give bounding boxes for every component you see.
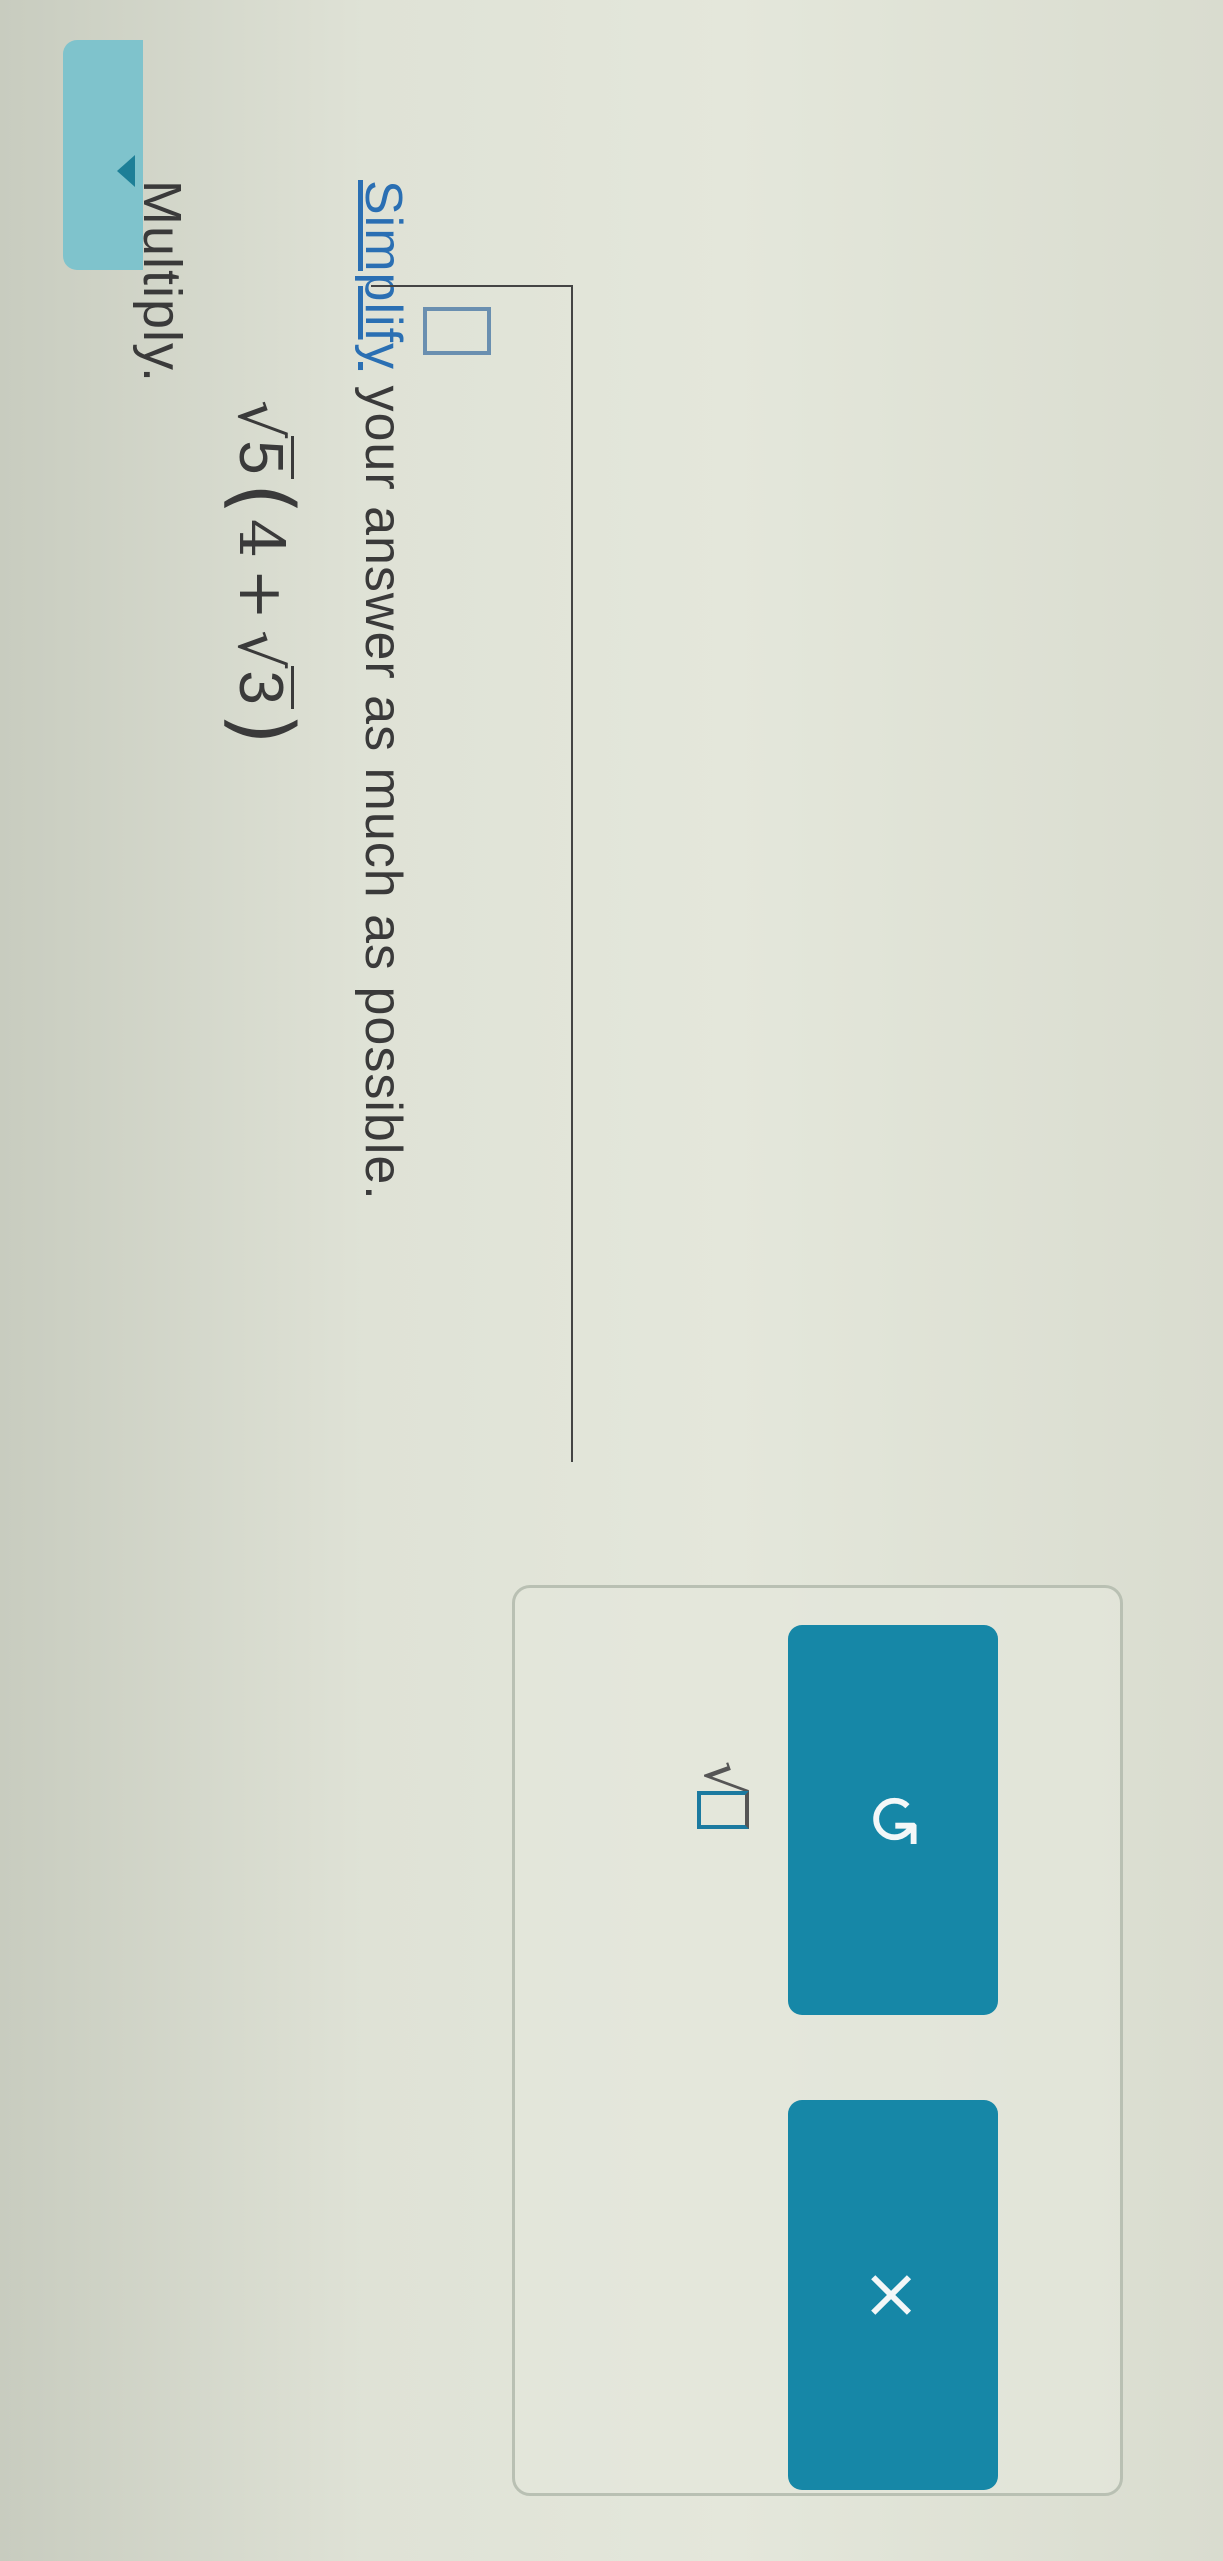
undo-button[interactable]: ↺ [788,1625,998,2015]
outer-radicand: 5 [227,436,296,479]
close-icon: × [852,2265,934,2325]
question-page: Multiply. √ 5 ( 4 + √ 3 ) Simplify your … [0,0,1223,2561]
radical-icon: √ [224,400,295,439]
clear-button[interactable]: × [788,2100,998,2490]
inner-radicand: 3 [227,666,296,709]
radical-icon: √ [224,630,295,669]
undo-icon: ↺ [852,1790,934,1850]
screen: Multiply. √ 5 ( 4 + √ 3 ) Simplify your … [0,0,1223,2561]
placeholder-box-icon [697,1791,749,1830]
inner-radical: √ 3 [224,630,296,709]
open-paren: ( [215,482,310,515]
square-root-icon: √ [692,1760,755,1796]
answer-input-area[interactable] [371,285,573,1462]
question-title: Multiply. [132,180,192,384]
close-paren: ) [215,712,310,745]
square-root-button[interactable]: √ [678,1740,768,1850]
term-1: 4 [225,518,299,559]
math-expression: √ 5 ( 4 + √ 3 ) [215,400,310,749]
outer-radical: √ 5 [224,400,296,479]
answer-input-slot[interactable] [423,307,491,355]
plus-operator: + [225,568,299,621]
